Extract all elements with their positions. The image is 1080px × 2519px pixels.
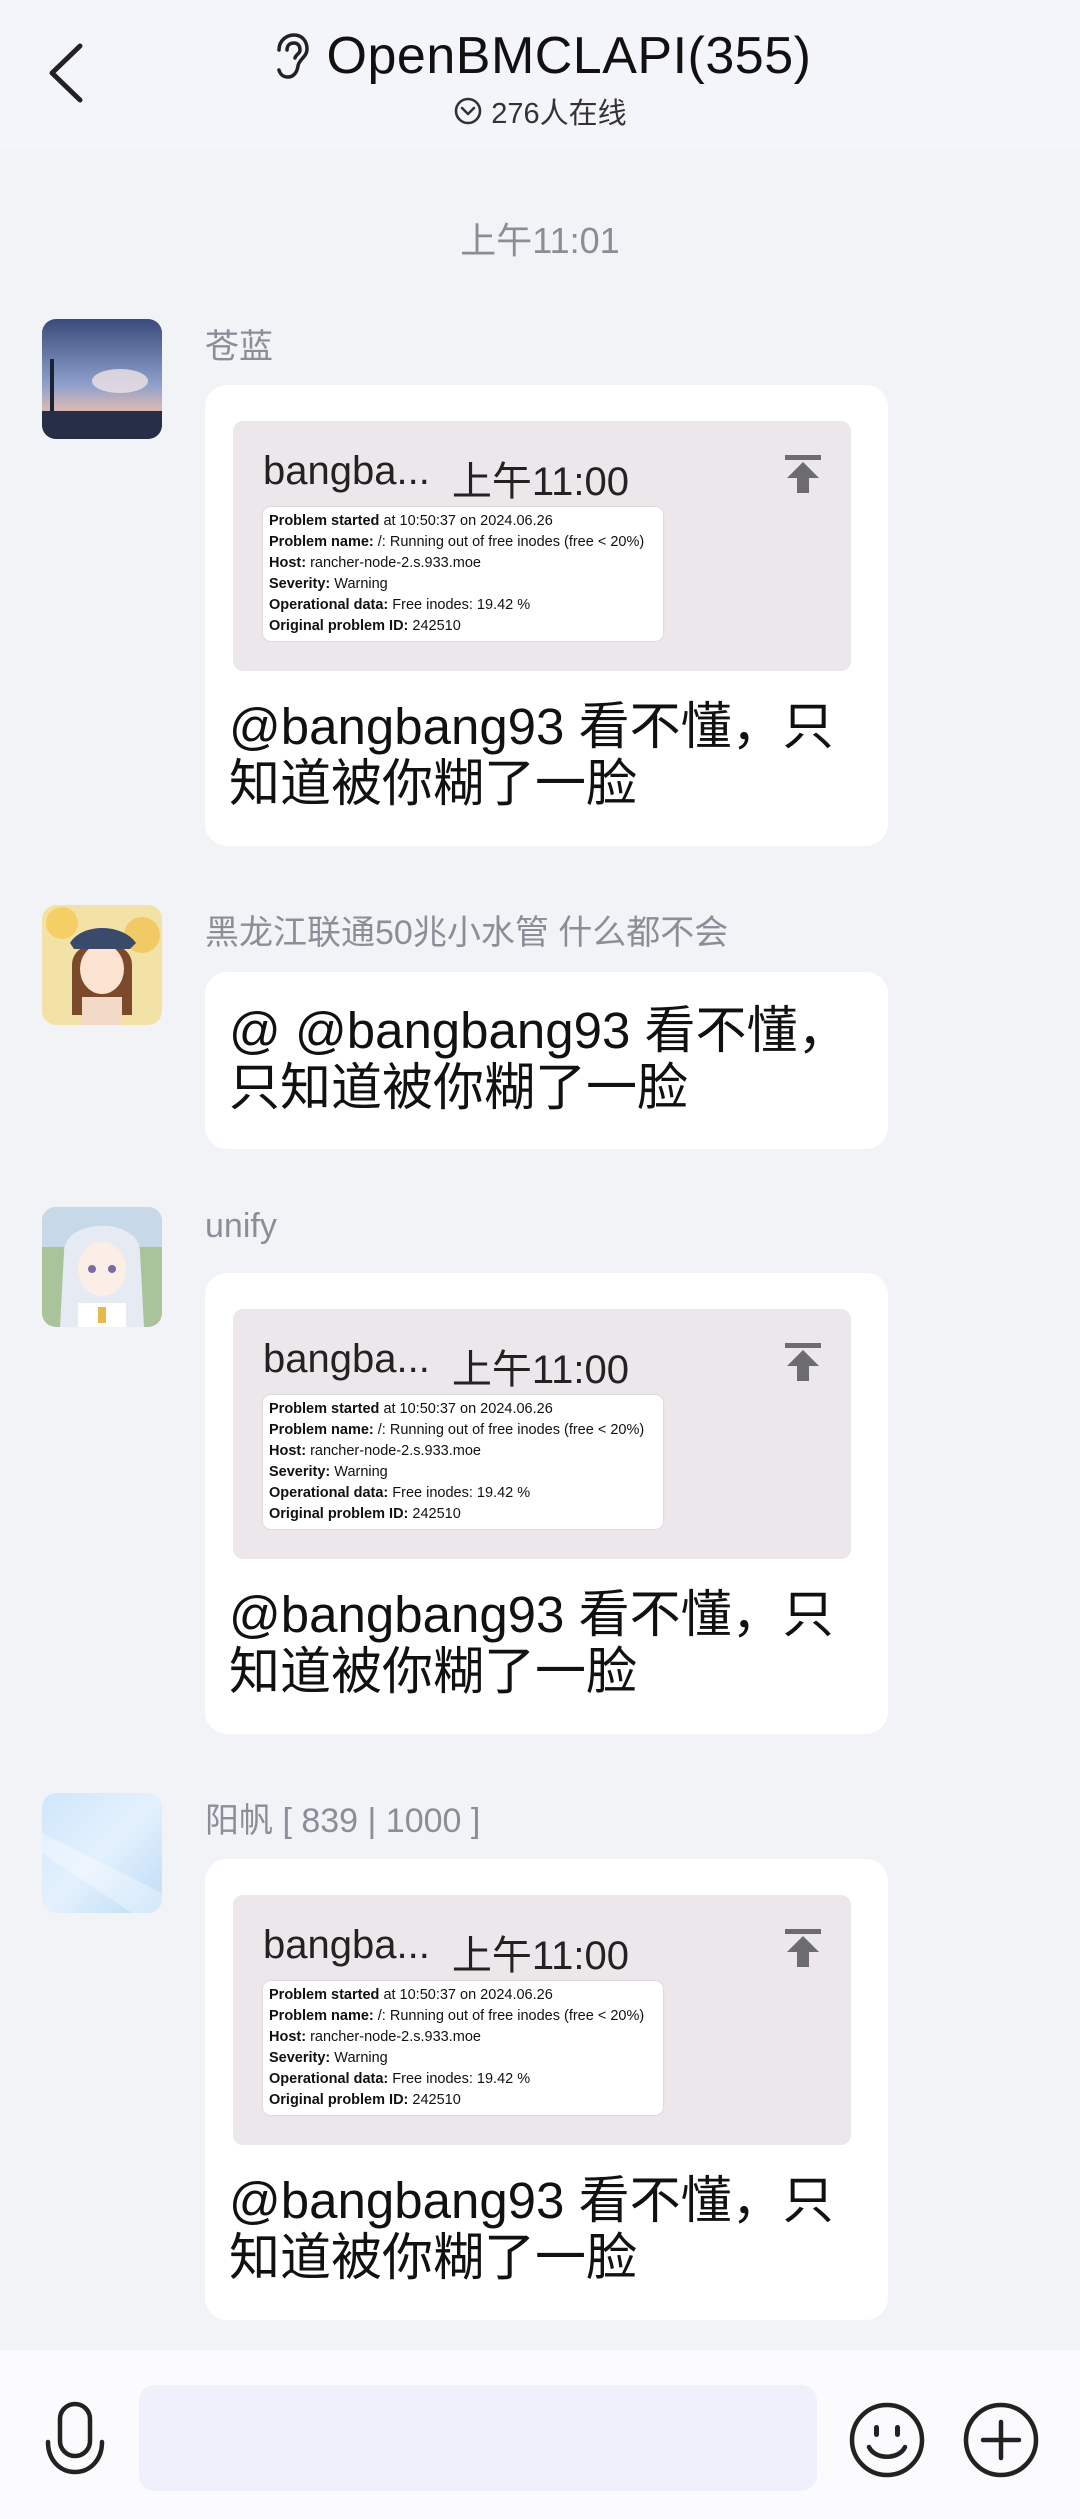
quoted-image[interactable]: Problem started at 10:50:37 on 2024.06.2… <box>263 1395 663 1529</box>
online-check-icon <box>454 97 482 125</box>
avatar[interactable] <box>42 1793 162 1913</box>
line-label: Host: <box>269 1443 307 1459</box>
quoted-message[interactable]: bangba... 上午11:00 Problem started at 10:… <box>233 1895 851 2145</box>
line-label: Problem started <box>269 513 380 529</box>
sender-name: 黑龙江联通50兆小水管 什么都不会 <box>205 914 729 952</box>
quoted-image[interactable]: Problem started at 10:50:37 on 2024.06.2… <box>263 507 663 641</box>
collapse-quote-icon[interactable] <box>781 1339 825 1383</box>
quoted-image[interactable]: Problem started at 10:50:37 on 2024.06.2… <box>263 1981 663 2115</box>
microphone-icon[interactable] <box>40 2398 110 2480</box>
quote-time: 上午11:00 <box>451 460 629 504</box>
quote-time: 上午11:00 <box>451 1348 629 1392</box>
line-value: Free inodes: 19.42 % <box>392 2071 531 2087</box>
line-value: at 10:50:37 on 2024.06.26 <box>383 1401 553 1417</box>
line-label: Original problem ID: <box>269 618 409 634</box>
line-label: Problem started <box>269 1401 380 1417</box>
online-count: 276人在线 <box>491 98 627 130</box>
line-label: Severity: <box>269 1464 331 1480</box>
line-value: /: Running out of free inodes (free < 20… <box>377 2008 645 2024</box>
line-label: Operational data: <box>269 597 389 613</box>
line-label: Host: <box>269 555 307 571</box>
message-text: @bangbang93 看不懂，只知道被你糊了一脸 <box>229 1586 834 1700</box>
line-label: Original problem ID: <box>269 2092 409 2108</box>
collapse-quote-icon[interactable] <box>781 1925 825 1969</box>
line-value: 242510 <box>412 618 461 634</box>
line-label: Problem name: <box>269 534 374 550</box>
line-label: Original problem ID: <box>269 1506 409 1522</box>
sender-name: unify <box>205 1207 277 1245</box>
message-bubble[interactable]: bangba... 上午11:00 Problem started at 10:… <box>205 385 888 846</box>
line-label: Operational data: <box>269 1485 389 1501</box>
line-label: Operational data: <box>269 2071 389 2087</box>
message-bubble[interactable]: bangba... 上午11:00 Problem started at 10:… <box>205 1273 888 1734</box>
message-input[interactable] <box>139 2385 817 2491</box>
line-value: /: Running out of free inodes (free < 20… <box>377 1422 645 1438</box>
time-divider: 上午11:01 <box>460 220 620 261</box>
message-text: @ @bangbang93 看不懂，只知道被你糊了一脸 <box>229 1002 849 1116</box>
line-value: Warning <box>334 1464 388 1480</box>
quoted-message[interactable]: bangba... 上午11:00 Problem started at 10:… <box>233 421 851 671</box>
line-value: rancher-node-2.s.933.moe <box>310 555 481 571</box>
quote-author: bangba... <box>263 1337 430 1381</box>
line-value: 242510 <box>412 2092 461 2108</box>
input-bar <box>0 2350 1080 2519</box>
line-value: Warning <box>334 576 388 592</box>
message-bubble[interactable]: bangba... 上午11:00 Problem started at 10:… <box>205 1859 888 2320</box>
line-value: rancher-node-2.s.933.moe <box>310 1443 481 1459</box>
line-label: Problem name: <box>269 1422 374 1438</box>
collapse-quote-icon[interactable] <box>781 451 825 495</box>
ear-icon <box>276 33 309 79</box>
line-value: 242510 <box>412 1506 461 1522</box>
line-label: Severity: <box>269 576 331 592</box>
line-value: Free inodes: 19.42 % <box>392 597 531 613</box>
line-label: Problem started <box>269 1987 380 2003</box>
message-list[interactable]: 上午11:01 苍蓝 bangba... 上午11:00 Problem sta… <box>0 150 1080 2350</box>
sender-name: 阳帆 [ 839 | 1000 ] <box>205 1802 481 1840</box>
chat-header: OpenBMCLAPI(355) 276人在线 <box>0 0 1080 150</box>
line-value: Free inodes: 19.42 % <box>392 1485 531 1501</box>
quoted-message[interactable]: bangba... 上午11:00 Problem started at 10:… <box>233 1309 851 1559</box>
line-value: at 10:50:37 on 2024.06.26 <box>383 513 553 529</box>
avatar[interactable] <box>42 319 162 439</box>
title-row[interactable]: OpenBMCLAPI(355) <box>0 26 1080 86</box>
avatar[interactable] <box>42 1207 162 1327</box>
quote-time: 上午11:00 <box>451 1934 629 1978</box>
quote-author: bangba... <box>263 1923 430 1967</box>
chat-title: OpenBMCLAPI(355) <box>326 27 812 85</box>
emoji-icon[interactable] <box>847 2400 927 2480</box>
quote-author: bangba... <box>263 449 430 493</box>
line-value: Warning <box>334 2050 388 2066</box>
message-text: @bangbang93 看不懂，只知道被你糊了一脸 <box>229 698 834 812</box>
plus-icon[interactable] <box>961 2400 1041 2480</box>
line-label: Problem name: <box>269 2008 374 2024</box>
sender-name: 苍蓝 <box>205 328 273 366</box>
line-label: Host: <box>269 2029 307 2045</box>
line-value: /: Running out of free inodes (free < 20… <box>377 534 645 550</box>
line-value: rancher-node-2.s.933.moe <box>310 2029 481 2045</box>
message-bubble[interactable]: @ @bangbang93 看不懂，只知道被你糊了一脸 <box>205 972 888 1149</box>
line-label: Severity: <box>269 2050 331 2066</box>
message-text: @bangbang93 看不懂，只知道被你糊了一脸 <box>229 2172 834 2286</box>
online-count-row[interactable]: 276人在线 <box>0 90 1080 132</box>
line-value: at 10:50:37 on 2024.06.26 <box>383 1987 553 2003</box>
avatar[interactable] <box>42 905 162 1025</box>
